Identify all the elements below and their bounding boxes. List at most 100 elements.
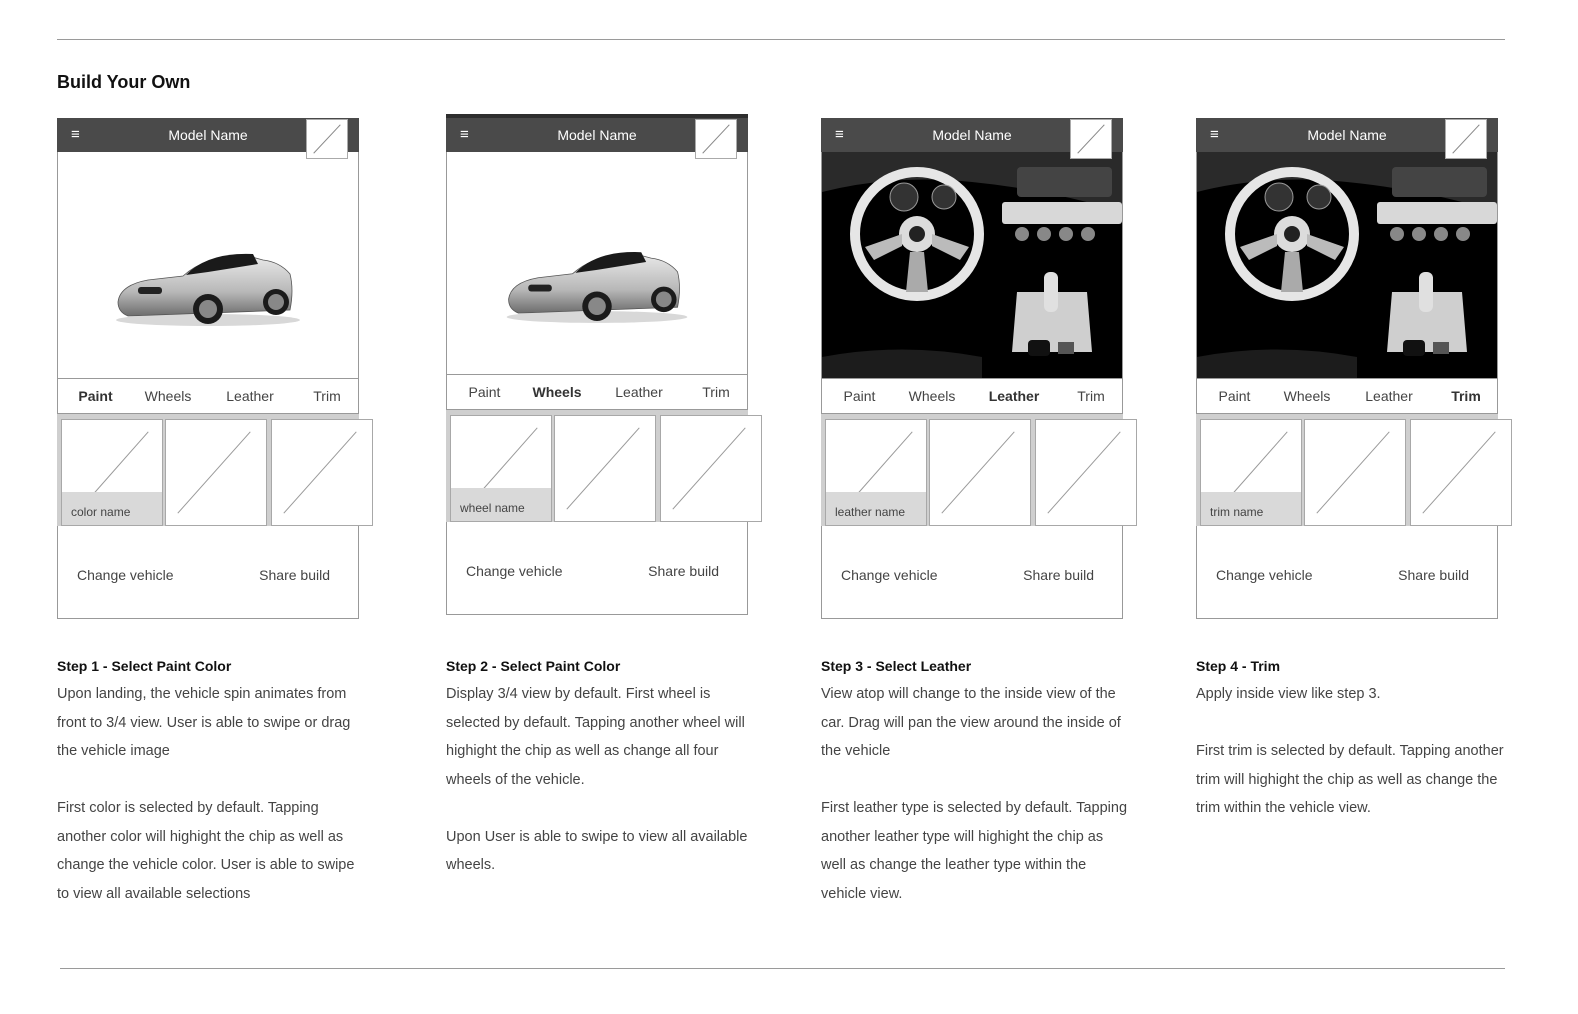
top-divider <box>57 39 1505 40</box>
tab-wheels[interactable]: Wheels <box>1272 388 1342 404</box>
option-chip[interactable] <box>1304 419 1406 526</box>
vehicle-view[interactable] <box>1196 152 1498 378</box>
step-text-line: selected by default. Tapping another whe… <box>446 714 745 731</box>
tab-leather[interactable]: Leather <box>592 384 686 400</box>
option-tabs: Paint Wheels Leather Trim <box>57 378 359 414</box>
step-title: Step 3 - Select Leather <box>821 658 972 674</box>
car-exterior-image <box>506 252 688 323</box>
tab-trim[interactable]: Trim <box>1061 388 1121 404</box>
change-vehicle-link[interactable]: Change vehicle <box>77 567 174 583</box>
tab-leather[interactable]: Leather <box>1342 388 1436 404</box>
tab-paint[interactable]: Paint <box>447 384 522 400</box>
vehicle-view[interactable] <box>821 152 1123 378</box>
step-text-line: Upon landing, the vehicle spin animates … <box>57 686 347 702</box>
tab-trim[interactable]: Trim <box>1436 388 1496 404</box>
vehicle-view[interactable] <box>57 152 359 378</box>
chip-tray[interactable]: leather name <box>821 414 1137 526</box>
step-description: Step 3 - Select Leather View atop will ch… <box>821 657 1141 908</box>
tab-paint[interactable]: Paint <box>58 388 133 404</box>
step-text-line: Apply inside view like step 3. <box>1196 686 1381 702</box>
step-text-line: wheels. <box>446 857 496 873</box>
option-chip-selected[interactable]: color name <box>61 419 163 526</box>
step-text-line: First color is selected by default. Tapp… <box>57 800 319 816</box>
logo-placeholder-icon <box>306 119 348 159</box>
step-text-line: Upon User is able to swipe to view all a… <box>446 828 748 845</box>
wireframe-panel-step-4: ≡ Model Name Paint Wheels Leather Trim trim… <box>1196 118 1512 619</box>
chip-label: wheel name <box>451 488 551 521</box>
logo-placeholder-icon <box>695 119 737 159</box>
option-chip-selected[interactable]: trim name <box>1200 419 1302 526</box>
step-text-line: front to 3/4 view. User is able to swipe… <box>57 714 351 731</box>
tab-leather[interactable]: Leather <box>967 388 1061 404</box>
tab-paint[interactable]: Paint <box>822 388 897 404</box>
change-vehicle-link[interactable]: Change vehicle <box>1216 567 1313 583</box>
chip-label: leather name <box>826 492 926 525</box>
action-bar: Change vehicle Share build <box>1196 526 1498 619</box>
step-text-line: trim will highight the chip as well as c… <box>1196 771 1498 788</box>
change-vehicle-link[interactable]: Change vehicle <box>466 563 563 579</box>
wireframe-panel-step-1: ≡ Model Name Paint Wheels Leather Trim colo… <box>57 118 373 619</box>
step-text-line: First trim is selected by default. Tappi… <box>1196 743 1504 759</box>
chip-tray[interactable]: color name <box>57 414 373 526</box>
action-bar: Change vehicle Share build <box>821 526 1123 619</box>
step-text-line: the vehicle image <box>57 743 170 759</box>
tab-wheels[interactable]: Wheels <box>522 384 592 400</box>
step-text-line: change the vehicle color. User is able t… <box>57 857 355 873</box>
option-chip[interactable] <box>271 419 373 526</box>
step-text-line: vehicle view. <box>821 885 903 902</box>
step-title: Step 2 - Select Paint Color <box>446 658 621 674</box>
car-interior-image <box>822 152 1122 378</box>
share-build-link[interactable]: Share build <box>1023 567 1094 583</box>
option-chip-selected[interactable]: wheel name <box>450 415 552 522</box>
tab-trim[interactable]: Trim <box>297 388 357 404</box>
tab-paint[interactable]: Paint <box>1197 388 1272 404</box>
step-text-line: Display 3/4 view by default. First wheel… <box>446 686 711 702</box>
app-header: ≡ Model Name <box>446 114 748 159</box>
option-chip[interactable] <box>929 419 1031 526</box>
option-chip[interactable] <box>165 419 267 526</box>
step-description: Step 1 - Select Paint Color Upon landing,… <box>57 657 377 908</box>
tab-trim[interactable]: Trim <box>686 384 746 400</box>
step-text-line: View atop will change to the inside view… <box>821 686 1116 702</box>
chip-label: color name <box>62 492 162 525</box>
option-chip[interactable] <box>660 415 762 522</box>
phone-mockup: ≡ Model Name Paint Wheels Leather Trim trim… <box>1196 118 1512 619</box>
chip-tray[interactable]: wheel name <box>446 410 762 522</box>
phone-mockup: ≡ Model Name Paint Wheels Leather Trim whee… <box>446 114 762 615</box>
chip-tray[interactable]: trim name <box>1196 414 1512 526</box>
tab-wheels[interactable]: Wheels <box>133 388 203 404</box>
tab-wheels[interactable]: Wheels <box>897 388 967 404</box>
car-interior-image <box>1197 152 1497 378</box>
share-build-link[interactable]: Share build <box>259 567 330 583</box>
logo-placeholder-icon <box>1445 119 1487 159</box>
phone-mockup: ≡ Model Name Paint Wheels Leather Trim leat… <box>821 118 1137 619</box>
option-chip[interactable] <box>554 415 656 522</box>
step-title: Step 1 - Select Paint Color <box>57 658 232 674</box>
change-vehicle-link[interactable]: Change vehicle <box>841 567 938 583</box>
share-build-link[interactable]: Share build <box>648 563 719 579</box>
chip-label: trim name <box>1201 492 1301 525</box>
step-text-line: First leather type is selected by defaul… <box>821 800 1128 816</box>
share-build-link[interactable]: Share build <box>1398 567 1469 583</box>
step-text-line: car. Drag will pan the view around the i… <box>821 714 1121 731</box>
option-chip[interactable] <box>1410 419 1512 526</box>
step-text-line: highight the chip as well as change all … <box>446 743 719 759</box>
app-header: ≡ Model Name <box>57 118 359 159</box>
phone-mockup: ≡ Model Name Paint Wheels Leather Trim colo… <box>57 118 373 619</box>
step-text-line: the vehicle <box>821 743 891 759</box>
action-bar: Change vehicle Share build <box>57 526 359 619</box>
option-chip[interactable] <box>1035 419 1137 526</box>
option-tabs: Paint Wheels Leather Trim <box>821 378 1123 414</box>
option-chip-selected[interactable]: leather name <box>825 419 927 526</box>
option-tabs: Paint Wheels Leather Trim <box>1196 378 1498 414</box>
step-text-line: another color will highight the chip as … <box>57 828 344 845</box>
step-text-line: another leather type will highight the c… <box>821 828 1104 845</box>
action-bar: Change vehicle Share build <box>446 522 748 615</box>
vehicle-view[interactable] <box>446 152 748 374</box>
tab-leather[interactable]: Leather <box>203 388 297 404</box>
step-text-line: to view all available selections <box>57 885 251 902</box>
option-tabs: Paint Wheels Leather Trim <box>446 374 748 410</box>
